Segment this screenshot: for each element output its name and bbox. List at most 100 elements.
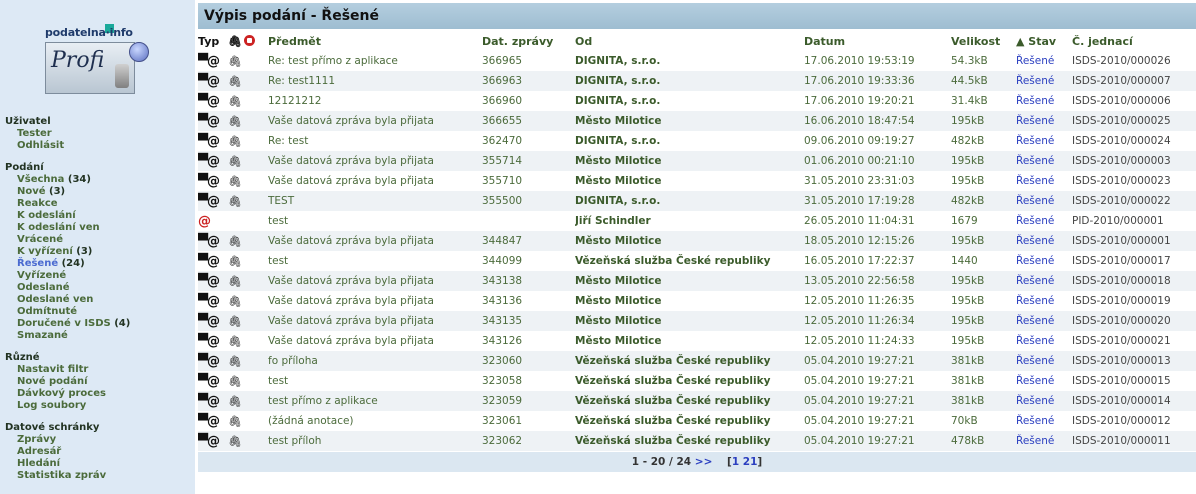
cell-state-link[interactable]: Řešené bbox=[1016, 391, 1072, 411]
cell-subject[interactable]: Vaše datová zpráva byla přijata bbox=[268, 231, 482, 251]
table-row[interactable]: ▀@ 🖇 Re: test přímo z aplikace 366965 DIGNIT… bbox=[198, 51, 1196, 71]
cell-subject[interactable]: Vaše datová zpráva byla přijata bbox=[268, 111, 482, 131]
cell-state-link[interactable]: Řešené bbox=[1016, 131, 1072, 151]
cell-subject[interactable]: Re: test přímo z aplikace bbox=[268, 51, 482, 71]
table-row[interactable]: ▀@ 🖇 test 323058 Vězeňská služba České repub… bbox=[198, 371, 1196, 391]
cell-subject[interactable]: test přímo z aplikace bbox=[268, 391, 482, 411]
sidebar-item[interactable]: Nastavit filtr bbox=[5, 364, 193, 376]
cell-state-link[interactable]: Řešené bbox=[1016, 291, 1072, 311]
sidebar-item[interactable]: Všechna (34) bbox=[5, 174, 193, 186]
sidebar-item[interactable]: Vrácené bbox=[5, 234, 193, 246]
cell-state-link[interactable]: Řešené bbox=[1016, 231, 1072, 251]
table-row[interactable]: ▀@ 🖇 fo příloha 323060 Vězeňská služba České… bbox=[198, 351, 1196, 371]
table-row[interactable]: ▀@ 🖇 (žádná anotace) 323061 Vězeňská služba … bbox=[198, 411, 1196, 431]
cell-subject[interactable]: fo příloha bbox=[268, 351, 482, 371]
cell-state-link[interactable]: Řešené bbox=[1016, 411, 1072, 431]
cell-state-link[interactable]: Řešené bbox=[1016, 111, 1072, 131]
paperclip-icon[interactable]: 🖇 bbox=[228, 135, 242, 148]
app-logo[interactable]: podatelna·info Profi bbox=[43, 24, 149, 94]
cell-subject[interactable]: 12121212 bbox=[268, 91, 482, 111]
paperclip-icon[interactable]: 🖇 bbox=[228, 235, 242, 248]
paperclip-icon[interactable]: 🖇 bbox=[228, 95, 242, 108]
sidebar-item[interactable]: Hledání bbox=[5, 458, 193, 470]
col-priority[interactable] bbox=[244, 31, 268, 51]
pager-page-last-link[interactable]: 21 bbox=[743, 456, 758, 468]
paperclip-icon[interactable]: 🖇 bbox=[228, 115, 242, 128]
sidebar-item[interactable]: K odeslání bbox=[5, 210, 193, 222]
sidebar-item[interactable]: Vyřízené bbox=[5, 270, 193, 282]
col-msg-date[interactable]: Dat. zprávy bbox=[482, 31, 575, 51]
cell-subject[interactable]: Re: test1111 bbox=[268, 71, 482, 91]
sidebar-item[interactable]: Odmítnuté bbox=[5, 306, 193, 318]
cell-state-link[interactable]: Řešené bbox=[1016, 351, 1072, 371]
cell-subject[interactable]: Vaše datová zpráva byla přijata bbox=[268, 271, 482, 291]
paperclip-icon[interactable]: 🖇 bbox=[228, 255, 242, 268]
cell-subject[interactable]: Vaše datová zpráva byla přijata bbox=[268, 331, 482, 351]
sidebar-item[interactable]: Smazané bbox=[5, 330, 193, 342]
cell-state-link[interactable]: Řešené bbox=[1016, 251, 1072, 271]
sidebar-item[interactable]: Log soubory bbox=[5, 400, 193, 412]
col-state[interactable]: ▲ Stav bbox=[1016, 31, 1072, 51]
paperclip-icon[interactable]: 🖇 bbox=[228, 195, 242, 208]
cell-subject[interactable]: Re: test bbox=[268, 131, 482, 151]
cell-state-link[interactable]: Řešené bbox=[1016, 271, 1072, 291]
table-row[interactable]: ▀@ 🖇 Vaše datová zpráva byla přijata 366655… bbox=[198, 111, 1196, 131]
paperclip-icon[interactable]: 🖇 bbox=[228, 55, 242, 68]
cell-subject[interactable]: TEST bbox=[268, 191, 482, 211]
table-row[interactable]: ▀@ 🖇 Vaše datová zpráva byla přijata 355710… bbox=[198, 171, 1196, 191]
cell-subject[interactable]: (žádná anotace) bbox=[268, 411, 482, 431]
table-row[interactable]: ▀@ 🖇 Re: test 362470 DIGNITA, s.r.o. 09.06.20… bbox=[198, 131, 1196, 151]
cell-subject[interactable]: test příloh bbox=[268, 431, 482, 451]
sidebar-item[interactable]: Tester bbox=[5, 128, 193, 140]
col-attachment[interactable]: 🖇 bbox=[228, 31, 244, 51]
table-row[interactable]: ▀@ 🖇 test přímo z aplikace 323059 Vězeňská s… bbox=[198, 391, 1196, 411]
paperclip-icon[interactable]: 🖇 bbox=[228, 175, 242, 188]
cell-state-link[interactable]: Řešené bbox=[1016, 311, 1072, 331]
paperclip-icon[interactable]: 🖇 bbox=[228, 335, 242, 348]
cell-state-link[interactable]: Řešené bbox=[1016, 431, 1072, 451]
paperclip-icon[interactable]: 🖇 bbox=[228, 375, 242, 388]
table-row[interactable]: ▀@ 🖇 TEST 355500 DIGNITA, s.r.o. 31.05.2010 1… bbox=[198, 191, 1196, 211]
paperclip-icon[interactable]: 🖇 bbox=[228, 295, 242, 308]
sidebar-item[interactable]: Řešené (24) bbox=[5, 258, 193, 270]
paperclip-icon[interactable]: 🖇 bbox=[228, 355, 242, 368]
cell-subject[interactable]: test bbox=[268, 251, 482, 271]
table-row[interactable]: ▀@ 🖇 Vaše datová zpráva byla přijata 343136… bbox=[198, 291, 1196, 311]
col-date[interactable]: Datum bbox=[804, 31, 951, 51]
paperclip-icon[interactable]: 🖇 bbox=[228, 395, 242, 408]
cell-state-link[interactable]: Řešené bbox=[1016, 151, 1072, 171]
table-row[interactable]: ▀@ 🖇 Vaše datová zpráva byla přijata 355714… bbox=[198, 151, 1196, 171]
table-row[interactable]: ▀@ 🖇 test příloh 323062 Vězeňská služba Česk… bbox=[198, 431, 1196, 451]
paperclip-icon[interactable]: 🖇 bbox=[228, 155, 242, 168]
paperclip-icon[interactable]: 🖇 bbox=[228, 275, 242, 288]
cell-subject[interactable]: Vaše datová zpráva byla přijata bbox=[268, 171, 482, 191]
table-row[interactable]: ▀@ 🖇 Vaše datová zpráva byla přijata 343138… bbox=[198, 271, 1196, 291]
cell-subject[interactable]: Vaše datová zpráva byla přijata bbox=[268, 291, 482, 311]
cell-state-link[interactable]: Řešené bbox=[1016, 91, 1072, 111]
pager-next-link[interactable]: >> bbox=[695, 456, 713, 468]
cell-subject[interactable]: Vaše datová zpráva byla přijata bbox=[268, 151, 482, 171]
paperclip-icon[interactable]: 🖇 bbox=[228, 435, 242, 448]
table-row[interactable]: @ test Jiří Schindler 26.05.2010 11:04:31 16… bbox=[198, 211, 1196, 231]
paperclip-icon[interactable]: 🖇 bbox=[228, 415, 242, 428]
table-row[interactable]: ▀@ 🖇 Vaše datová zpráva byla přijata 343135… bbox=[198, 311, 1196, 331]
table-row[interactable]: ▀@ 🖇 Re: test1111 366963 DIGNITA, s.r.o. 17.0… bbox=[198, 71, 1196, 91]
cell-state-link[interactable]: Řešené bbox=[1016, 371, 1072, 391]
cell-state-link[interactable]: Řešené bbox=[1016, 211, 1072, 231]
col-size[interactable]: Velikost bbox=[951, 31, 1016, 51]
cell-subject[interactable]: Vaše datová zpráva byla přijata bbox=[268, 311, 482, 331]
table-row[interactable]: ▀@ 🖇 12121212 366960 DIGNITA, s.r.o. 17.06.20… bbox=[198, 91, 1196, 111]
sidebar-item[interactable]: K vyřízení (3) bbox=[5, 246, 193, 258]
sidebar-item[interactable]: Zprávy bbox=[5, 434, 193, 446]
col-ref[interactable]: Č. jednací bbox=[1072, 31, 1196, 51]
table-row[interactable]: ▀@ 🖇 Vaše datová zpráva byla přijata 344847… bbox=[198, 231, 1196, 251]
sidebar-item[interactable]: Odeslané bbox=[5, 282, 193, 294]
cell-state-link[interactable]: Řešené bbox=[1016, 191, 1072, 211]
sidebar-item[interactable]: Doručené v ISDS (4) bbox=[5, 318, 193, 330]
sidebar-item[interactable]: Odeslané ven bbox=[5, 294, 193, 306]
sidebar-item[interactable]: Adresář bbox=[5, 446, 193, 458]
col-type[interactable]: Typ bbox=[198, 31, 228, 51]
table-row[interactable]: ▀@ 🖇 test 344099 Vězeňská služba České repub… bbox=[198, 251, 1196, 271]
col-subject[interactable]: Předmět bbox=[268, 31, 482, 51]
cell-state-link[interactable]: Řešené bbox=[1016, 331, 1072, 351]
